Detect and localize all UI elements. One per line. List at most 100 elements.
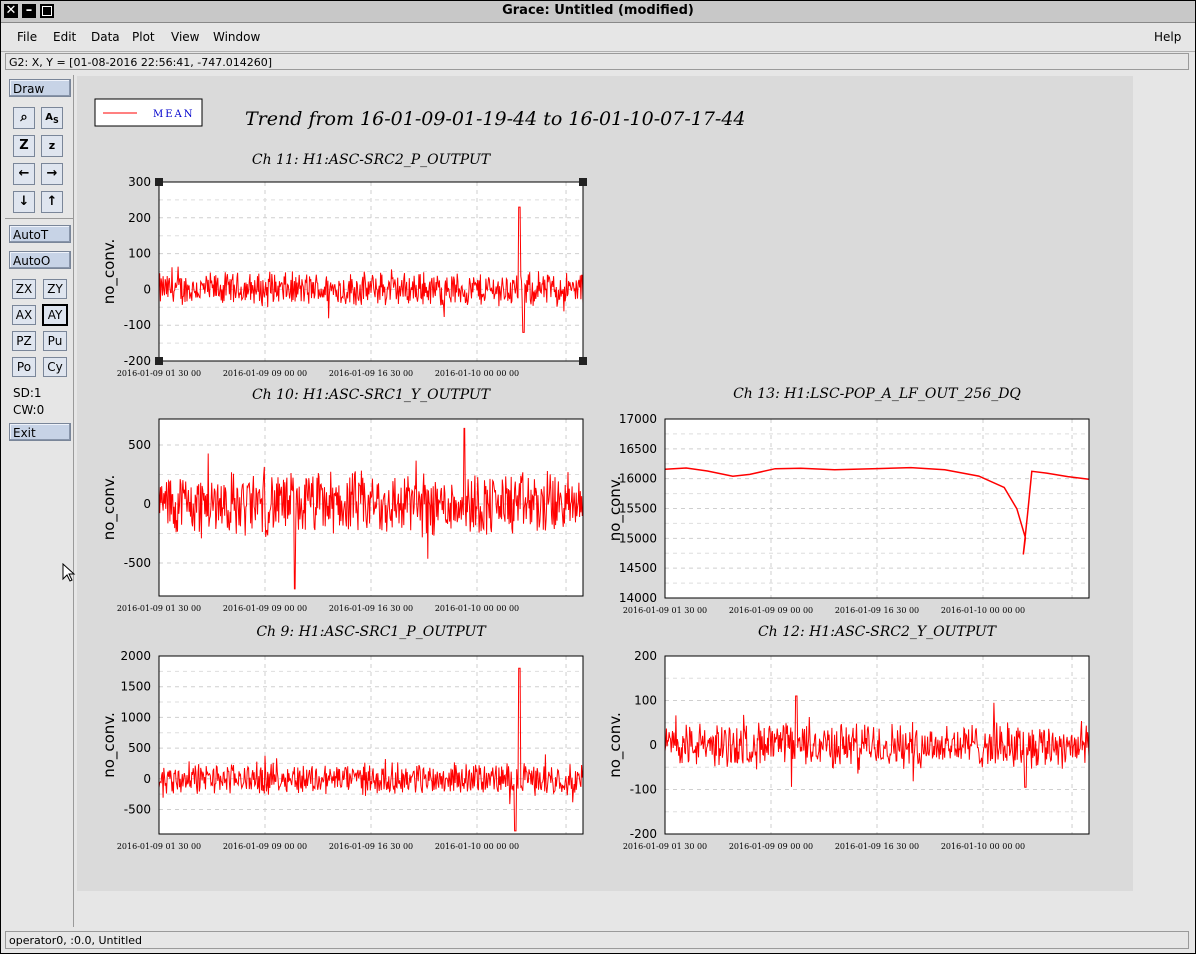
draw-button[interactable]: Draw	[9, 79, 71, 97]
graph-title: Ch 9: H1:ASC-SRC1_P_OUTPUT	[256, 624, 487, 640]
y-tick-label: 100	[128, 247, 151, 261]
menu-plot[interactable]: Plot	[132, 30, 155, 44]
graph-0[interactable]: -200 -100 0 100 200 300 2016-01-09 01 30 00 201…	[100, 152, 587, 378]
pz-button[interactable]: PZ	[12, 331, 36, 351]
y-tick-label: 300	[128, 175, 151, 189]
x-tick-label: 2016-01-09 09 00 00	[729, 606, 813, 615]
y-tick-label: 500	[128, 438, 151, 452]
y-tick-label: -500	[124, 556, 151, 570]
menu-help[interactable]: Help	[1154, 30, 1181, 44]
main-title: Trend from 16-01-09-01-19-44 to 16-01-10…	[245, 108, 746, 130]
menu-edit[interactable]: Edit	[53, 30, 76, 44]
legend-label: MEAN	[153, 109, 195, 120]
tool-divider	[5, 218, 73, 219]
exit-button[interactable]: Exit	[9, 423, 71, 441]
x-tick-label: 2016-01-09 16 30 00	[835, 842, 919, 851]
x-tick-label: 2016-01-10 00 00 00	[941, 606, 1025, 615]
x-tick-label: 2016-01-10 00 00 00	[435, 604, 519, 613]
graph-1[interactable]: -500 0 500 2016-01-09 01 30 00 2016-01-09 09…	[100, 387, 584, 613]
y-tick-label: 0	[143, 497, 151, 511]
graph-title: Ch 13: H1:LSC-POP_A_LF_OUT_256_DQ	[733, 386, 1021, 402]
autoo-button[interactable]: AutoO	[9, 251, 71, 269]
y-tick-label: 100	[634, 694, 657, 708]
sd-label: SD:1	[13, 386, 42, 400]
x-tick-label: 2016-01-09 09 00 00	[223, 604, 307, 613]
x-tick-label: 2016-01-09 01 30 00	[117, 842, 201, 851]
plot-svg[interactable]: MEAN Trend from 16-01-09-01-19-44 to 16-…	[77, 76, 1133, 891]
menu-file[interactable]: File	[17, 30, 37, 44]
x-tick-label: 2016-01-09 09 00 00	[729, 842, 813, 851]
x-tick-label: 2016-01-10 00 00 00	[941, 842, 1025, 851]
graph-4[interactable]: -200 -100 0 100 200 2016-01-09 01 30 00 2016-0…	[606, 624, 1090, 851]
graph-title: Ch 12: H1:ASC-SRC2_Y_OUTPUT	[758, 624, 998, 640]
y-tick-label: 200	[634, 649, 657, 663]
y-axis-label: no_conv.	[606, 476, 625, 542]
zy-button[interactable]: ZY	[43, 279, 67, 299]
graph-2[interactable]: 14000 14500 15000 15500 16000 16500 17000 2016-…	[606, 386, 1090, 615]
y-axis-label: no_conv.	[100, 239, 119, 305]
selection-handle[interactable]	[579, 178, 587, 186]
y-axis-label: no_conv.	[100, 475, 119, 541]
arrow-down-icon[interactable]: ↓	[13, 191, 35, 213]
x-tick-label: 2016-01-09 16 30 00	[329, 369, 413, 378]
arrow-up-icon[interactable]: ↑	[41, 191, 63, 213]
ay-button[interactable]: AY	[42, 304, 68, 326]
mouse-pointer-icon	[62, 563, 76, 582]
y-tick-label: -100	[630, 783, 657, 797]
selection-handle[interactable]	[579, 357, 587, 365]
selection-handle[interactable]	[155, 357, 163, 365]
zoom-x-icon[interactable]: Z	[13, 135, 35, 157]
menu-data[interactable]: Data	[91, 30, 120, 44]
y-tick-label: -200	[630, 827, 657, 841]
y-tick-label: 500	[128, 741, 151, 755]
x-tick-label: 2016-01-09 01 30 00	[117, 369, 201, 378]
y-tick-label: -100	[124, 318, 151, 332]
y-tick-label: 15500	[619, 502, 657, 516]
cy-button[interactable]: Cy	[43, 357, 67, 377]
y-tick-label: 0	[143, 282, 151, 296]
y-tick-label: 15000	[619, 531, 657, 545]
x-tick-label: 2016-01-09 16 30 00	[329, 842, 413, 851]
tool-panel: Draw ⌕ AS Z z ← → ↓ ↑ AutoT AutoO ZX ZY …	[5, 75, 74, 927]
x-tick-label: 2016-01-10 00 00 00	[435, 369, 519, 378]
x-tick-label: 2016-01-09 09 00 00	[223, 842, 307, 851]
zoom-y-icon[interactable]: z	[41, 135, 63, 157]
y-tick-label: -200	[124, 354, 151, 368]
y-tick-label: 17000	[619, 412, 657, 426]
zoom-icon[interactable]: ⌕	[13, 107, 35, 129]
title-bar: ✕ – Grace: Untitled (modified)	[1, 1, 1195, 23]
menu-view[interactable]: View	[171, 30, 199, 44]
zx-button[interactable]: ZX	[12, 279, 36, 299]
x-tick-label: 2016-01-09 16 30 00	[835, 606, 919, 615]
x-tick-label: 2016-01-09 16 30 00	[329, 604, 413, 613]
x-tick-label: 2016-01-09 01 30 00	[623, 842, 707, 851]
x-tick-label: 2016-01-09 01 30 00	[623, 606, 707, 615]
graph-title: Ch 11: H1:ASC-SRC2_P_OUTPUT	[252, 152, 492, 168]
autot-button[interactable]: AutoT	[9, 225, 71, 243]
x-tick-label: 2016-01-09 01 30 00	[117, 604, 201, 613]
y-tick-label: 0	[649, 738, 657, 752]
menu-window[interactable]: Window	[213, 30, 260, 44]
x-tick-label: 2016-01-10 00 00 00	[435, 842, 519, 851]
y-tick-label: 0	[143, 772, 151, 786]
pu-button[interactable]: Pu	[43, 331, 67, 351]
graph-3[interactable]: -500 0 500 1000 1500 2000 2016-01-09 01 30 00 2…	[100, 624, 584, 851]
y-tick-label: 14000	[619, 591, 657, 605]
ax-button[interactable]: AX	[12, 305, 36, 325]
arrow-left-icon[interactable]: ←	[13, 163, 35, 185]
y-axis-label: no_conv.	[100, 712, 119, 778]
x-tick-label: 2016-01-09 09 00 00	[223, 369, 307, 378]
cw-label: CW:0	[13, 403, 45, 417]
autoscale-icon[interactable]: AS	[41, 107, 63, 129]
arrow-right-icon[interactable]: →	[41, 163, 63, 185]
y-tick-label: 14500	[619, 561, 657, 575]
y-tick-label: 16500	[619, 442, 657, 456]
y-axis-label: no_conv.	[606, 712, 625, 778]
y-tick-label: 16000	[619, 472, 657, 486]
y-tick-label: -500	[124, 802, 151, 816]
locator-readout: G2: X, Y = [01-08-2016 22:56:41, -747.01…	[5, 53, 1189, 70]
y-tick-label: 2000	[120, 649, 151, 663]
po-button[interactable]: Po	[12, 357, 36, 377]
selection-handle[interactable]	[155, 178, 163, 186]
menu-bar: File Edit Data Plot View Window Help	[1, 23, 1195, 52]
